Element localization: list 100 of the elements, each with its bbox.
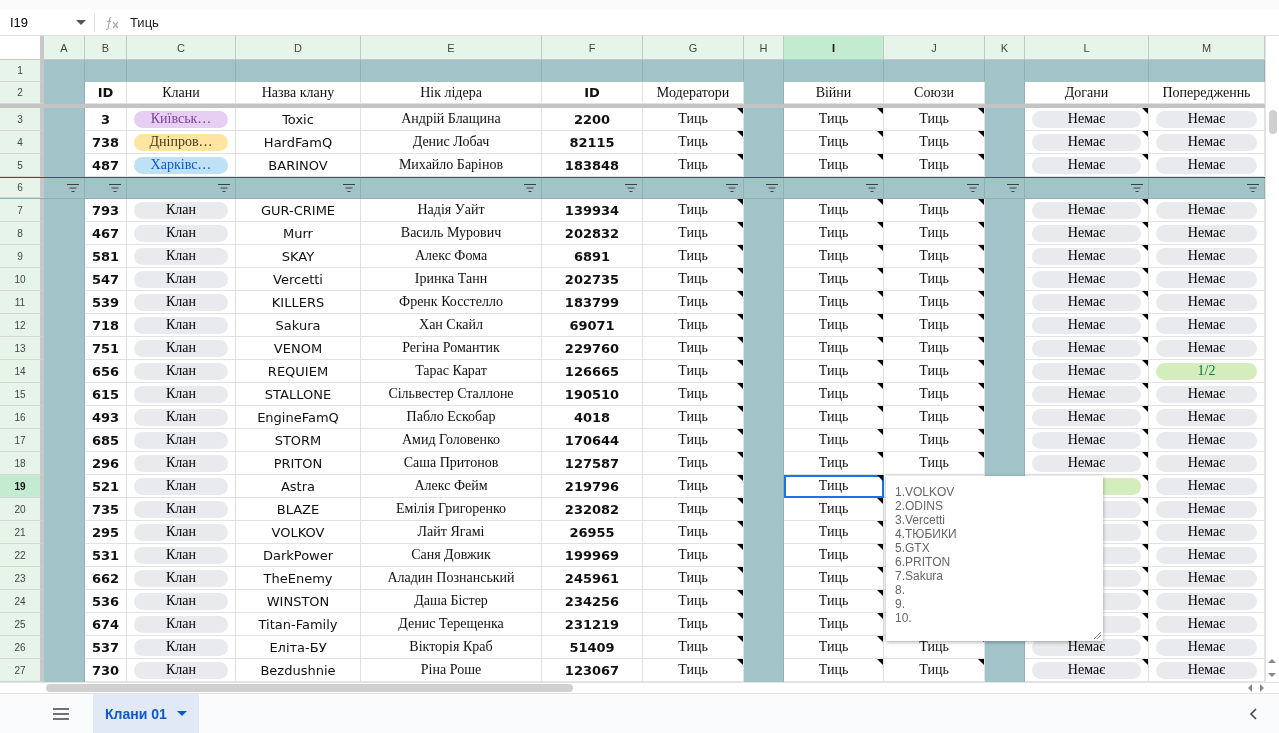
row-number[interactable]: 8 — [0, 222, 44, 245]
status-chip[interactable]: Немає — [1156, 270, 1257, 288]
row-number[interactable]: 26 — [0, 636, 44, 659]
status-chip[interactable]: Немає — [1156, 408, 1257, 426]
status-chip[interactable]: Немає — [1032, 224, 1141, 242]
status-chip[interactable]: Клан — [134, 293, 228, 311]
status-chip[interactable]: Немає — [1156, 431, 1257, 449]
status-chip[interactable]: Немає — [1032, 362, 1141, 380]
column-header[interactable]: I — [784, 36, 884, 60]
name-box[interactable]: I19 — [0, 10, 94, 35]
row-number[interactable]: 11 — [0, 291, 44, 314]
column-header[interactable]: A — [44, 36, 85, 60]
status-chip[interactable]: Харківс… — [134, 156, 228, 174]
row-number[interactable]: 24 — [0, 590, 44, 613]
row-number[interactable]: 6 — [0, 178, 44, 198]
column-header[interactable]: G — [643, 36, 744, 60]
status-chip[interactable]: Немає — [1156, 110, 1257, 128]
row-number[interactable]: 27 — [0, 659, 44, 682]
status-chip[interactable]: Немає — [1156, 569, 1257, 587]
column-header[interactable]: K — [985, 36, 1025, 60]
status-chip[interactable]: Немає — [1156, 224, 1257, 242]
sheet-tab[interactable]: Клани 01 — [93, 694, 199, 733]
row-number[interactable]: 22 — [0, 544, 44, 567]
status-chip[interactable]: Немає — [1156, 523, 1257, 541]
row-number[interactable]: 16 — [0, 406, 44, 429]
status-chip[interactable]: Клан — [134, 201, 228, 219]
row-number[interactable]: 9 — [0, 245, 44, 268]
row-number[interactable]: 2 — [0, 82, 44, 104]
column-header[interactable]: E — [361, 36, 542, 60]
column-header[interactable]: J — [884, 36, 985, 60]
status-chip[interactable]: Немає — [1032, 408, 1141, 426]
status-chip[interactable]: Клан — [134, 477, 228, 495]
status-chip[interactable]: Немає — [1156, 156, 1257, 174]
status-chip[interactable]: Немає — [1032, 431, 1141, 449]
status-chip[interactable]: Немає — [1032, 293, 1141, 311]
status-chip[interactable]: Немає — [1156, 293, 1257, 311]
row-number[interactable]: 23 — [0, 567, 44, 590]
status-chip[interactable]: Клан — [134, 500, 228, 518]
status-chip[interactable]: Клан — [134, 523, 228, 541]
status-chip[interactable]: Немає — [1032, 156, 1141, 174]
status-chip[interactable]: Клан — [134, 270, 228, 288]
status-chip[interactable]: Клан — [134, 316, 228, 334]
status-chip[interactable]: Немає — [1156, 661, 1257, 679]
status-chip[interactable]: Немає — [1156, 385, 1257, 403]
status-chip[interactable]: Клан — [134, 408, 228, 426]
row-number[interactable]: 4 — [0, 131, 44, 154]
status-chip[interactable]: Клан — [134, 569, 228, 587]
row-number[interactable]: 10 — [0, 268, 44, 291]
formula-field[interactable]: Тиць — [130, 15, 159, 30]
status-chip[interactable]: Немає — [1032, 454, 1141, 472]
row-number[interactable]: 21 — [0, 521, 44, 544]
status-chip[interactable]: Немає — [1032, 201, 1141, 219]
status-chip[interactable]: Немає — [1156, 638, 1257, 656]
status-chip[interactable]: Клан — [134, 362, 228, 380]
row-number[interactable]: 5 — [0, 154, 44, 177]
status-chip[interactable]: Немає — [1156, 316, 1257, 334]
status-chip[interactable]: Немає — [1156, 615, 1257, 633]
row-number[interactable]: 19 — [0, 475, 44, 498]
column-header[interactable]: F — [542, 36, 643, 60]
status-chip[interactable]: Немає — [1156, 339, 1257, 357]
status-chip[interactable]: Клан — [134, 592, 228, 610]
row-number[interactable]: 3 — [0, 108, 44, 131]
row-number[interactable]: 17 — [0, 429, 44, 452]
column-header[interactable]: D — [236, 36, 361, 60]
row-number[interactable]: 14 — [0, 360, 44, 383]
status-chip[interactable]: Немає — [1032, 110, 1141, 128]
status-chip[interactable]: Клан — [134, 247, 228, 265]
row-number[interactable]: 7 — [0, 199, 44, 222]
note-popup[interactable]: 1.VOLKOV 2.ODINS 3.Vercetti 4.ТЮБИКИ 5.GTX 6.PRITON 7.Sakura 8. 9. 10. — [886, 476, 1103, 641]
status-chip[interactable]: Клан — [134, 224, 228, 242]
row-number[interactable]: 18 — [0, 452, 44, 475]
status-chip[interactable]: Клан — [134, 546, 228, 564]
status-chip[interactable]: Немає — [1156, 546, 1257, 564]
column-header[interactable]: C — [127, 36, 236, 60]
status-chip[interactable]: Київськ… — [134, 110, 228, 128]
status-chip[interactable]: Клан — [134, 638, 228, 656]
column-header[interactable]: B — [85, 36, 127, 60]
status-chip[interactable]: Немає — [1156, 133, 1257, 151]
status-chip[interactable]: Немає — [1032, 385, 1141, 403]
status-chip[interactable]: Немає — [1156, 247, 1257, 265]
column-header[interactable]: L — [1025, 36, 1149, 60]
row-number[interactable]: 25 — [0, 613, 44, 636]
status-chip[interactable]: Дніпров… — [134, 133, 228, 151]
status-chip[interactable]: Немає — [1156, 201, 1257, 219]
status-chip[interactable]: Немає — [1156, 500, 1257, 518]
status-chip[interactable]: Клан — [134, 385, 228, 403]
column-header[interactable]: M — [1149, 36, 1265, 60]
column-header[interactable]: H — [744, 36, 784, 60]
row-number[interactable]: 15 — [0, 383, 44, 406]
status-chip[interactable]: Немає — [1032, 661, 1141, 679]
status-chip[interactable]: Немає — [1032, 270, 1141, 288]
status-chip[interactable]: 1/2 — [1156, 362, 1257, 380]
row-number[interactable]: 20 — [0, 498, 44, 521]
status-chip[interactable]: Клан — [134, 339, 228, 357]
status-chip[interactable]: Клан — [134, 661, 228, 679]
row-number[interactable]: 13 — [0, 337, 44, 360]
status-chip[interactable]: Немає — [1032, 316, 1141, 334]
status-chip[interactable]: Немає — [1156, 454, 1257, 472]
status-chip[interactable]: Клан — [134, 454, 228, 472]
row-number[interactable]: 1 — [0, 60, 44, 82]
